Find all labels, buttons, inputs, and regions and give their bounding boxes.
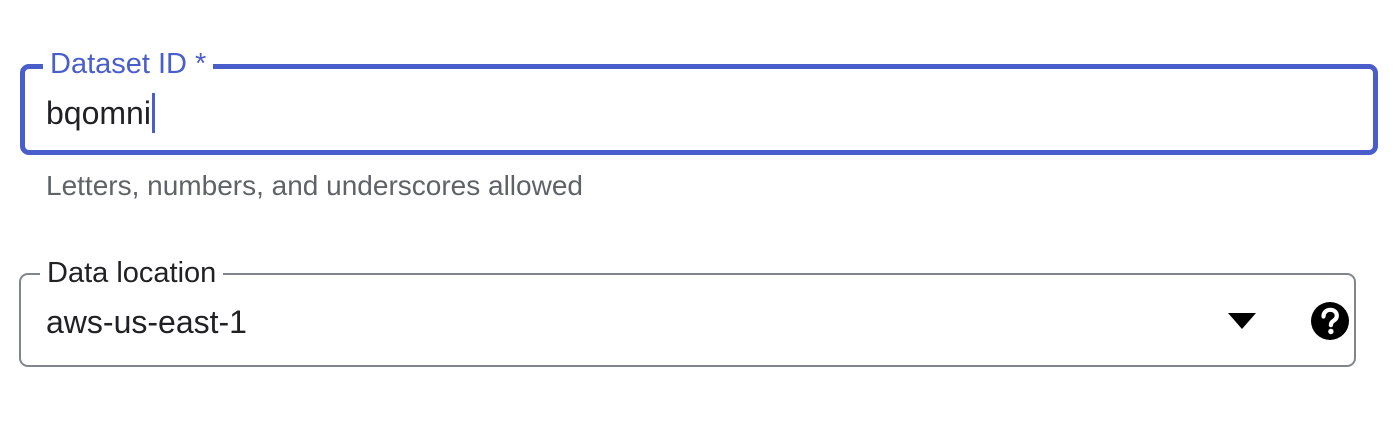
- dataset-id-value: bqomni: [46, 95, 151, 131]
- text-cursor: [151, 93, 155, 133]
- dataset-id-input[interactable]: bqomni: [46, 93, 155, 133]
- dataset-id-hint: Letters, numbers, and underscores allowe…: [46, 170, 583, 201]
- data-location-value: aws-us-east-1: [46, 304, 247, 340]
- dataset-id-field[interactable]: Dataset ID * bqomni: [20, 46, 1378, 155]
- dataset-id-label: Dataset ID *: [43, 46, 214, 82]
- create-dataset-form: Dataset ID * bqomni Letters, numbers, an…: [0, 0, 1400, 435]
- data-location-label: Data location: [40, 255, 224, 291]
- arrow-drop-down-icon[interactable]: [1228, 313, 1256, 329]
- help-icon[interactable]: [1310, 301, 1350, 341]
- data-location-select[interactable]: Data location aws-us-east-1: [19, 255, 1356, 367]
